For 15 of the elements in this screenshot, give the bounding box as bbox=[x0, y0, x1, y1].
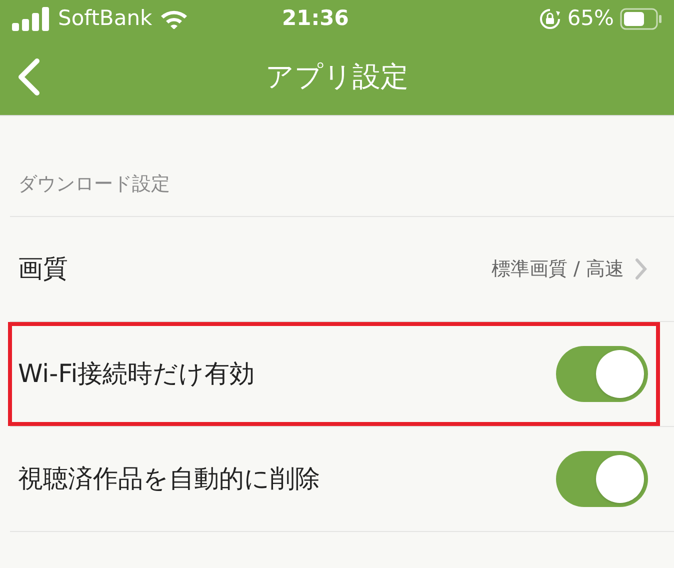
back-chevron-icon bbox=[17, 58, 41, 96]
wifi-icon bbox=[160, 9, 188, 29]
battery-percentage: 65% bbox=[567, 5, 614, 32]
clock-time: 21:36 bbox=[282, 5, 349, 32]
setting-label: 視聴済作品を自動的に削除 bbox=[18, 463, 320, 496]
rotation-lock-icon bbox=[539, 8, 562, 30]
section-header: ダウンロード設定 bbox=[18, 172, 170, 196]
setting-label: 画質 bbox=[18, 253, 68, 286]
battery-icon bbox=[620, 8, 662, 30]
signal-icon bbox=[12, 7, 50, 31]
carrier-name: SoftBank bbox=[58, 5, 152, 32]
screen-title: アプリ設定 bbox=[266, 58, 408, 94]
setting-label: Wi-Fi接続時だけ有効 bbox=[18, 358, 255, 390]
chevron-right-icon bbox=[634, 257, 648, 281]
setting-value[interactable]: 標準画質 / 高速 bbox=[492, 254, 624, 284]
